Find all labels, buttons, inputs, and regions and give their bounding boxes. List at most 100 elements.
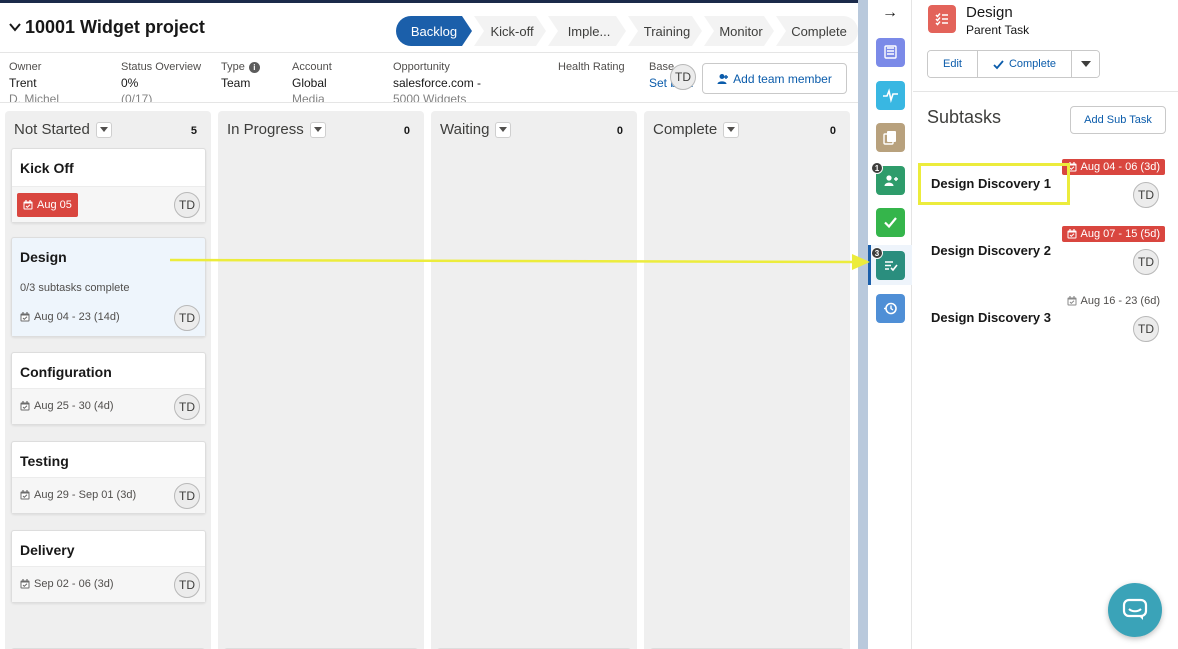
owner-value[interactable]: Trent xyxy=(9,76,59,90)
caret-down-icon xyxy=(99,126,108,132)
subtasks-icon[interactable]: 3 xyxy=(871,247,905,280)
task-card[interactable]: Testing Aug 29 - Sep 01 (3d) TD xyxy=(11,441,206,514)
subtask-item[interactable]: Aug 16 - 23 (6d) Design Discovery 3 TD xyxy=(913,293,1178,355)
avatar[interactable]: TD xyxy=(174,394,200,420)
arrow-right-icon[interactable]: → xyxy=(882,4,898,22)
path-step-backlog[interactable]: Backlog xyxy=(396,16,472,46)
chat-launcher-button[interactable] xyxy=(1108,583,1162,637)
activity-icon[interactable] xyxy=(876,81,905,110)
column-menu-button[interactable] xyxy=(309,121,326,138)
files-icon-glyph xyxy=(883,131,896,145)
avatar[interactable]: TD xyxy=(174,305,200,331)
chevron-down-icon[interactable] xyxy=(8,20,22,34)
caret-down-icon xyxy=(499,126,508,132)
health-rating-label: Health Rating xyxy=(558,61,625,73)
task-card[interactable]: Configuration Aug 25 - 30 (4d) TD xyxy=(11,352,206,425)
account-field: Account Global Media xyxy=(292,61,332,103)
calendar-icon xyxy=(1067,296,1076,306)
opportunity-label: Opportunity xyxy=(393,61,450,73)
task-date: Aug 04 - 23 (14d) xyxy=(34,311,120,323)
type-field: Type i Team xyxy=(221,61,260,90)
task-card-title: Delivery xyxy=(20,542,75,558)
column-menu-button[interactable] xyxy=(495,121,512,138)
team-icon[interactable]: 1 xyxy=(871,162,905,195)
time-icon-glyph xyxy=(884,302,897,315)
subtask-item[interactable]: Aug 04 - 06 (3d) Design Discovery 1 TD xyxy=(913,159,1178,221)
time-icon[interactable] xyxy=(876,294,905,323)
files-icon[interactable] xyxy=(876,123,905,152)
checklist-icon[interactable] xyxy=(876,208,905,237)
project-title: 10001 Widget project xyxy=(25,17,205,37)
task-card-title: Testing xyxy=(20,453,69,469)
task-name: Design xyxy=(966,4,1013,21)
avatar[interactable]: TD xyxy=(1133,316,1159,342)
type-label: Type xyxy=(221,61,245,73)
checklist-icon-glyph xyxy=(884,217,897,229)
add-subtask-button[interactable]: Add Sub Task xyxy=(1070,106,1166,134)
account-value-line2: Media xyxy=(292,92,325,103)
task-date-range: Aug 25 - 30 (4d) xyxy=(20,400,114,412)
path-step-imple[interactable]: Imple... xyxy=(548,16,626,46)
count-badge: 3 xyxy=(871,247,883,259)
column-title: Waiting xyxy=(440,121,490,138)
project-header: 10001 Widget project Backlog Kick-off Impl… xyxy=(0,3,858,53)
side-icon-rail: → 1 3 xyxy=(868,0,912,649)
calendar-icon xyxy=(23,200,33,210)
task-date: Aug 25 - 30 (4d) xyxy=(34,400,114,412)
path-step-training[interactable]: Training xyxy=(628,16,702,46)
subtask-name[interactable]: Design Discovery 1 xyxy=(931,176,1051,191)
task-card[interactable]: Kick Off Aug 05 TD xyxy=(11,148,206,223)
info-icon[interactable]: i xyxy=(248,61,260,73)
task-date-range: Sep 02 - 06 (3d) xyxy=(20,578,114,590)
chat-icon xyxy=(1122,598,1148,620)
subtask-date-range: Aug 16 - 23 (6d) xyxy=(1062,293,1166,309)
opportunity-value[interactable]: salesforce.com - xyxy=(393,76,481,90)
avatar[interactable]: TD xyxy=(1133,249,1159,275)
column-count: 0 xyxy=(616,125,623,137)
panel-resize-divider[interactable] xyxy=(858,0,868,649)
task-card[interactable]: Delivery Sep 02 - 06 (3d) TD xyxy=(11,530,206,603)
subtask-item[interactable]: Aug 07 - 15 (5d) Design Discovery 2 TD xyxy=(913,226,1178,288)
more-actions-button[interactable] xyxy=(1072,51,1099,77)
avatar[interactable]: TD xyxy=(1133,182,1159,208)
task-date: Aug 29 - Sep 01 (3d) xyxy=(34,489,137,501)
column-header: Not Started xyxy=(14,121,112,138)
path-step-kick-off[interactable]: Kick-off xyxy=(474,16,546,46)
subtask-name[interactable]: Design Discovery 3 xyxy=(931,310,1051,325)
avatar[interactable]: TD xyxy=(174,572,200,598)
overdue-date-badge: Aug 05 xyxy=(17,193,78,217)
owner-label: Owner xyxy=(9,61,42,73)
avatar[interactable]: TD xyxy=(670,64,696,90)
avatar[interactable]: TD xyxy=(174,483,200,509)
column-title: In Progress xyxy=(227,121,304,138)
avatar[interactable]: TD xyxy=(174,192,200,218)
path-step-complete[interactable]: Complete xyxy=(776,16,858,46)
account-value[interactable]: Global xyxy=(292,76,332,90)
status-overview-label: Status Overview xyxy=(121,61,202,73)
details-icon[interactable] xyxy=(876,38,905,67)
account-label: Account xyxy=(292,61,332,73)
column-count: 0 xyxy=(403,125,410,137)
check-icon xyxy=(993,59,1004,69)
subtask-name[interactable]: Design Discovery 2 xyxy=(931,243,1051,258)
column-menu-button[interactable] xyxy=(95,121,112,138)
task-card-footer: Aug 04 - 23 (14d) TD xyxy=(12,300,205,336)
complete-button[interactable]: Complete xyxy=(978,51,1072,77)
calendar-icon xyxy=(1067,162,1076,172)
column-not-started: Not Started 5 Kick Off Aug 05 TD Design 0/3 su… xyxy=(5,111,211,649)
add-team-member-button[interactable]: Add team member xyxy=(702,63,847,94)
path-step-monitor[interactable]: Monitor xyxy=(704,16,774,46)
status-overview-value: 0% xyxy=(121,76,139,90)
task-card-footer: Sep 02 - 06 (3d) TD xyxy=(12,566,205,602)
project-board-panel: 10001 Widget project Backlog Kick-off Impl… xyxy=(0,0,858,649)
calendar-icon xyxy=(1067,229,1076,239)
column-title: Complete xyxy=(653,121,718,138)
edit-button[interactable]: Edit xyxy=(928,51,978,77)
task-list-icon xyxy=(928,5,956,33)
task-detail-panel: Design Parent Task Edit Complete Subtask… xyxy=(913,0,1178,649)
task-header: Design Parent Task Edit Complete xyxy=(913,0,1178,92)
add-team-member-label: Add team member xyxy=(733,71,832,86)
task-type: Parent Task xyxy=(966,23,1030,37)
task-card[interactable]: Design 0/3 subtasks complete Aug 04 - 23 (… xyxy=(11,237,206,337)
column-menu-button[interactable] xyxy=(723,121,740,138)
